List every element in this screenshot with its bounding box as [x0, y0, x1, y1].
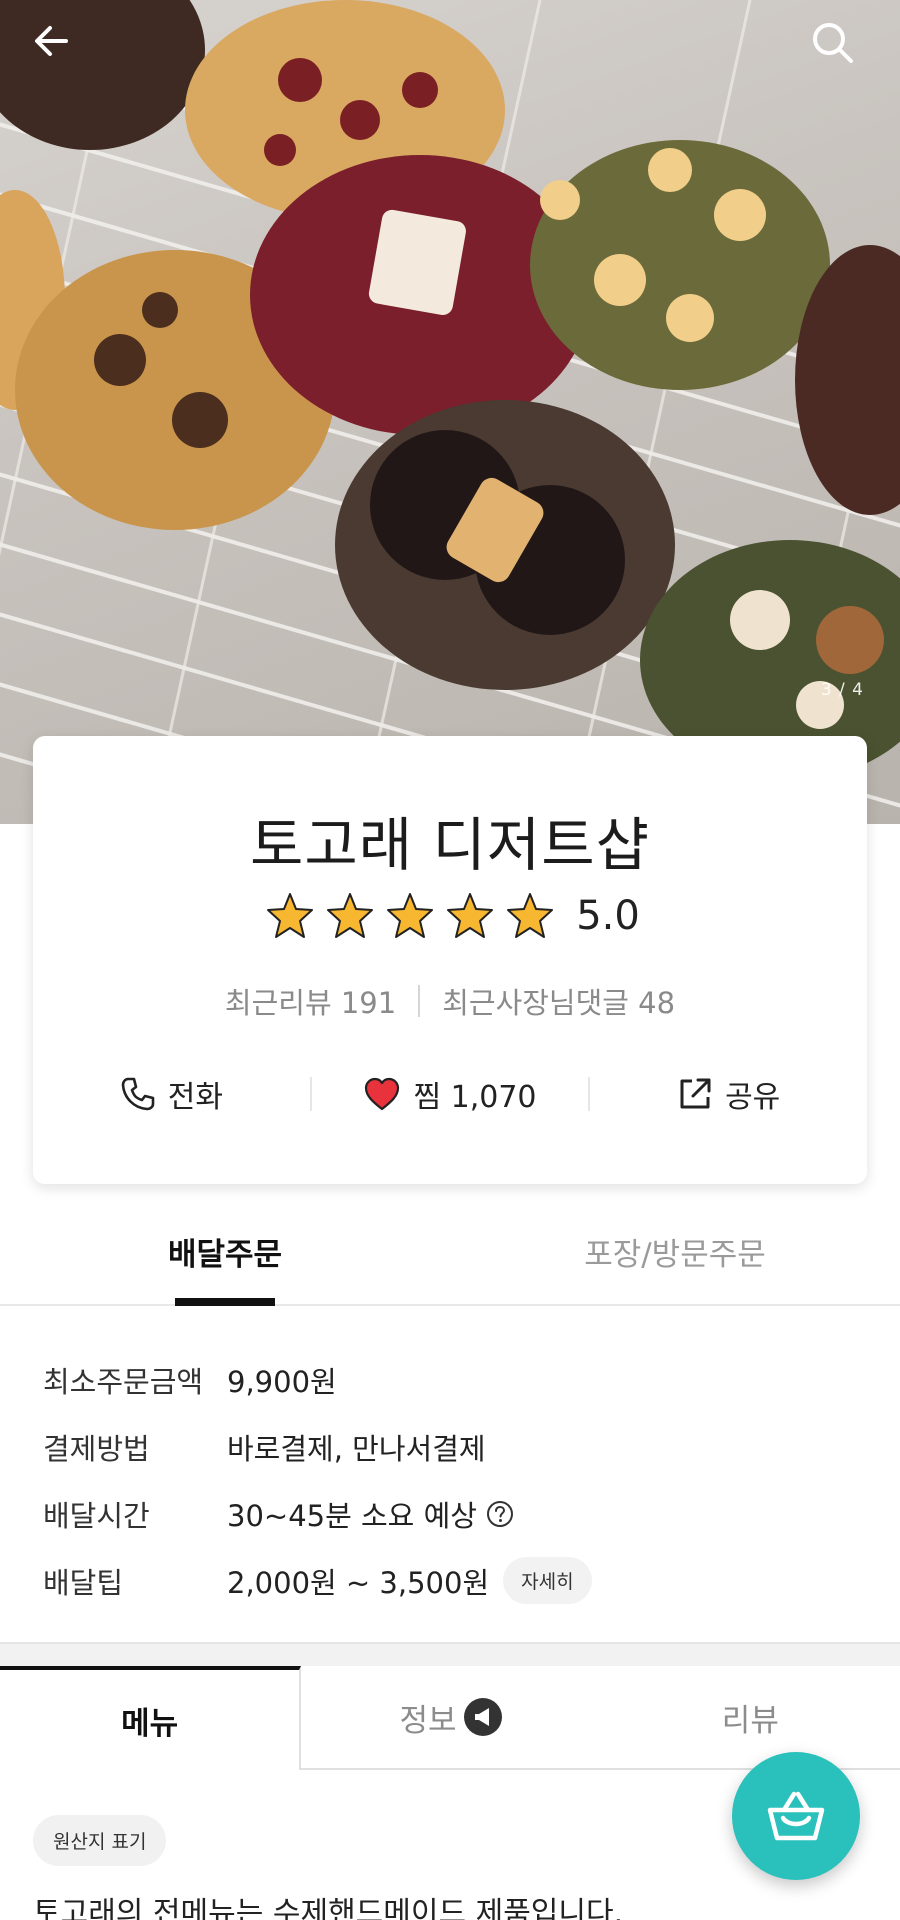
image-counter: 3 / 4: [820, 680, 864, 700]
tab-menu[interactable]: 메뉴: [0, 1666, 302, 1770]
delivery-tip-label: 배달팁: [43, 1565, 124, 1600]
star-icon: [447, 893, 494, 938]
tab-info[interactable]: 정보: [301, 1666, 600, 1768]
delivery-time-label: 배달시간: [43, 1498, 150, 1533]
call-button[interactable]: 전화: [33, 1072, 310, 1116]
owner-replies-link[interactable]: 최근사장님댓글 48: [442, 980, 675, 1022]
rating-row: 5.0: [33, 891, 867, 941]
delivery-tip-value: 2,000원 ~ 3,500원 자세히: [227, 1557, 592, 1604]
min-order-label: 최소주문금액: [43, 1364, 204, 1399]
tip-detail-button[interactable]: 자세히: [503, 1557, 592, 1604]
store-content-tabs: 메뉴 정보 리뷰: [0, 1666, 900, 1770]
origin-label-chip[interactable]: 원산지 표기: [33, 1815, 167, 1866]
order-type-tabs: 배달주문 포장/방문주문: [0, 1198, 900, 1306]
share-icon: [680, 1078, 711, 1109]
like-button[interactable]: 찜 1,070: [312, 1072, 589, 1116]
info-row-delivery-time: 배달시간 30~45분 소요 예상: [0, 1480, 900, 1547]
tab-pickup-order[interactable]: 포장/방문주문: [450, 1198, 900, 1304]
store-info-card: 토고래 디저트샵 5.0 최근리뷰 191 최근사장님댓글 48 전화 찜 1,…: [33, 736, 867, 1184]
share-label: 공유: [725, 1080, 781, 1115]
search-icon: [813, 23, 853, 63]
tab-info-label: 정보: [399, 1702, 457, 1739]
menu-intro-text: 토고래의 전메뉴는 수제핸드메이드 제품입니다.: [33, 1896, 624, 1920]
tab-review[interactable]: 리뷰: [601, 1666, 900, 1768]
info-row-payment: 결제방법 바로결제, 만나서결제: [0, 1413, 900, 1480]
divider: [418, 985, 421, 1017]
share-button[interactable]: 공유: [590, 1072, 867, 1116]
basket-icon: [767, 1791, 825, 1841]
star-icon: [267, 893, 314, 938]
star-icon: [327, 893, 374, 938]
phone-icon: [121, 1077, 155, 1111]
recent-reviews-link[interactable]: 최근리뷰 191: [225, 980, 396, 1022]
store-hero-image[interactable]: 3 / 4: [0, 0, 900, 824]
search-button[interactable]: [810, 20, 874, 84]
review-counts: 최근리뷰 191 최근사장님댓글 48: [33, 980, 867, 1022]
help-icon[interactable]: [485, 1499, 515, 1529]
cart-button[interactable]: [732, 1752, 860, 1880]
info-row-delivery-tip: 배달팁 2,000원 ~ 3,500원 자세히: [0, 1547, 900, 1614]
back-arrow-icon: [35, 26, 68, 56]
delivery-time-value: 30~45분 소요 예상: [227, 1493, 515, 1535]
heart-icon: [365, 1077, 400, 1111]
store-actions: 전화 찜 1,070 공유: [33, 1054, 867, 1134]
back-button[interactable]: [30, 20, 94, 84]
delivery-time-text: 30~45분 소요 예상: [227, 1498, 477, 1533]
star-icon: [507, 893, 554, 938]
min-order-value: 9,900원: [227, 1364, 337, 1399]
call-label: 전화: [167, 1080, 223, 1115]
delivery-info: 최소주문금액 9,900원 결제방법 바로결제, 만나서결제 배달시간 30~4…: [0, 1306, 900, 1642]
tab-delivery-order[interactable]: 배달주문: [0, 1198, 450, 1304]
star-icon: [387, 893, 434, 938]
store-name: 토고래 디저트샵: [250, 811, 650, 879]
payment-value: 바로결제, 만나서결제: [227, 1431, 486, 1466]
cookies-photo: [0, 0, 900, 824]
like-label: 찜 1,070: [413, 1080, 537, 1115]
section-divider: [0, 1642, 900, 1666]
payment-label: 결제방법: [43, 1431, 150, 1466]
info-row-min-order: 최소주문금액 9,900원: [0, 1346, 900, 1413]
delivery-tip-text: 2,000원 ~ 3,500원: [227, 1565, 490, 1600]
rating-value: 5.0: [576, 893, 640, 939]
announcement-icon: [463, 1698, 502, 1736]
